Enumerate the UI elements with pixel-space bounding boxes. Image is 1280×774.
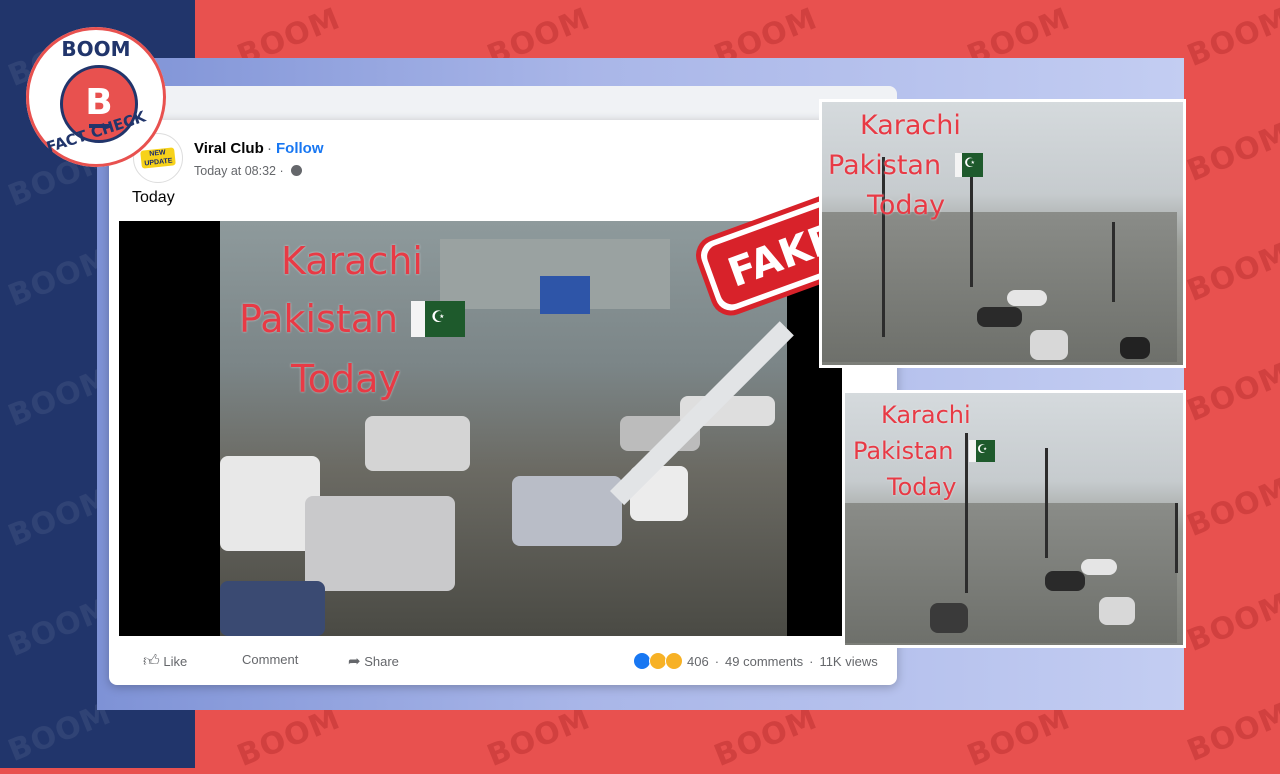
car-shape [1120, 337, 1150, 359]
pakistan-flag-icon: ☪ [411, 301, 465, 337]
reaction-count: 406 [687, 653, 709, 669]
comments-count-link[interactable]: 49 comments [725, 654, 803, 669]
overlay-karachi: Karachi [281, 239, 423, 283]
share-label: Share [364, 654, 399, 669]
overlay-karachi: Karachi [860, 110, 961, 141]
separator-dot: · [809, 653, 814, 669]
pakistan-flag-icon: ☪ [969, 440, 995, 462]
share-button[interactable]: ➦ Share [348, 652, 399, 670]
comparison-thumbnail-bottom: Karachi Pakistan Today ☪ [842, 390, 1186, 648]
utility-pole [970, 177, 973, 287]
logo-top-text: BOOM [61, 37, 131, 61]
post-action-bar: 👍︎ Like Comment ➦ Share 406 · 49 comment… [109, 645, 897, 681]
comment-label: Comment [242, 652, 299, 667]
car-shape [1081, 559, 1117, 575]
post-caption: Today [132, 189, 175, 206]
overlay-pakistan: Pakistan [239, 297, 399, 341]
utility-pole [1175, 503, 1178, 573]
overlay-today: Today [291, 357, 401, 401]
separator-dot: · [267, 140, 272, 157]
like-label: Like [163, 654, 188, 669]
overlay-karachi: Karachi [881, 401, 971, 429]
utility-pole [882, 157, 885, 337]
car-shape [365, 416, 470, 471]
page-name-link[interactable]: Viral Club [194, 140, 264, 157]
browser-topbar [117, 86, 897, 120]
car-shape [305, 496, 455, 591]
car-shape [220, 581, 325, 636]
car-shape [1030, 330, 1068, 360]
overlay-today: Today [887, 473, 957, 501]
overlay-today: Today [867, 190, 946, 221]
overlay-pakistan: Pakistan [828, 150, 942, 181]
avatar-badge: NEW UPDATE [140, 147, 176, 169]
car-shape [1099, 597, 1135, 625]
post-timestamp[interactable]: Today at 08:32 · [194, 164, 284, 178]
car-shape [512, 476, 622, 546]
utility-pole [965, 433, 968, 593]
wow-reaction-icon [665, 652, 683, 670]
flood-street-image: Karachi Pakistan Today ☪ [845, 393, 1183, 645]
car-shape [930, 603, 968, 633]
car-shape [1045, 571, 1085, 591]
comment-button[interactable]: Comment [242, 652, 298, 667]
follow-button[interactable]: Follow [276, 140, 324, 157]
boom-fact-check-logo: BOOM B FACT CHECK [26, 27, 166, 167]
views-count: 11K views [819, 653, 878, 669]
utility-pole [1112, 222, 1115, 302]
blue-container-shape [540, 276, 590, 314]
utility-pole [1045, 448, 1048, 558]
flood-street-image: Karachi Pakistan Today ☪ [822, 102, 1183, 365]
car-shape [977, 307, 1022, 327]
overlay-pakistan: Pakistan [853, 437, 954, 465]
globe-icon [291, 165, 302, 176]
comparison-thumbnail-top: Karachi Pakistan Today ☪ [819, 99, 1186, 368]
car-shape [1007, 290, 1047, 306]
share-arrow-icon: ➦ [348, 653, 361, 670]
pakistan-flag-icon: ☪ [955, 153, 983, 177]
thumbs-up-icon: 👍︎ [143, 653, 160, 670]
reaction-summary[interactable]: 406 · 49 comments · 11K views [633, 652, 878, 670]
separator-dot: · [714, 653, 720, 669]
like-button[interactable]: 👍︎ Like [143, 652, 187, 671]
